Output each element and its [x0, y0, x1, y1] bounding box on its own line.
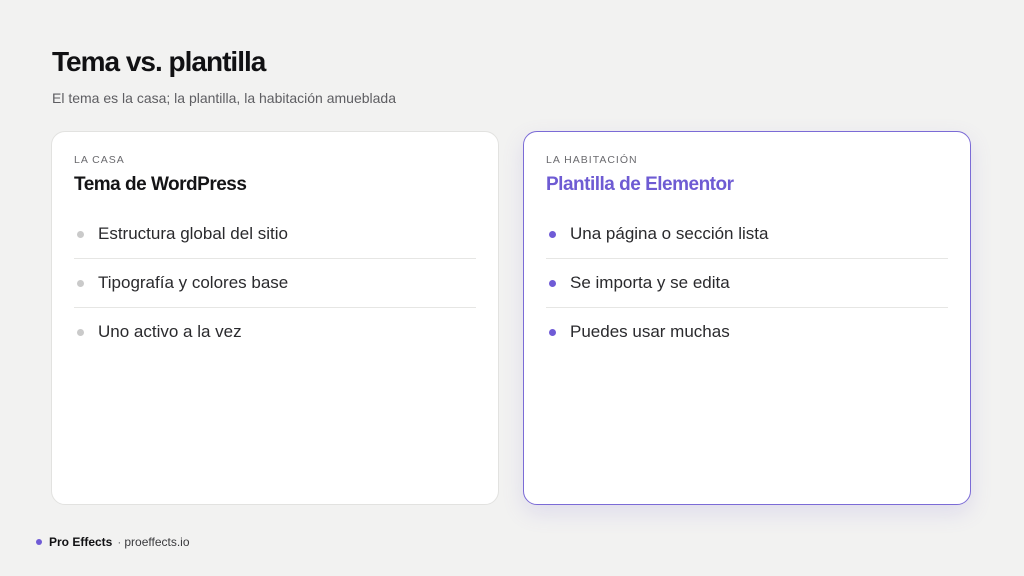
bullet-icon	[549, 230, 556, 238]
page-subtitle: El tema es la casa; la plantilla, la hab…	[52, 90, 396, 106]
bullet-icon	[549, 279, 556, 287]
footer-url: proeffects.io	[124, 535, 190, 549]
bullet-icon	[77, 328, 84, 336]
list-item: Se importa y se edita	[546, 259, 948, 308]
list-item-label: Una página o sección lista	[570, 224, 769, 243]
template-card: LA HABITACIÓN Plantilla de Elementor Una…	[523, 131, 971, 505]
list-item: Uno activo a la vez	[74, 308, 476, 356]
bullet-icon	[549, 328, 556, 336]
footer: Pro Effects · proeffects.io	[36, 535, 190, 549]
card-list: Estructura global del sitio Tipografía y…	[74, 210, 476, 356]
list-item-label: Estructura global del sitio	[98, 224, 288, 243]
card-title: Plantilla de Elementor	[546, 174, 734, 195]
card-eyebrow: LA CASA	[74, 154, 125, 166]
list-item: Tipografía y colores base	[74, 259, 476, 308]
list-item: Puedes usar muchas	[546, 308, 948, 356]
footer-separator: ·	[117, 535, 122, 549]
bullet-icon	[77, 230, 84, 238]
footer-brand: Pro Effects	[49, 535, 113, 549]
page-title: Tema vs. plantilla	[52, 46, 266, 77]
list-item-label: Puedes usar muchas	[570, 322, 730, 341]
bullet-icon	[77, 279, 84, 287]
card-title: Tema de WordPress	[74, 174, 247, 195]
card-eyebrow: LA HABITACIÓN	[546, 154, 638, 166]
list-item: Una página o sección lista	[546, 210, 948, 259]
card-list: Una página o sección lista Se importa y …	[546, 210, 948, 356]
list-item: Estructura global del sitio	[74, 210, 476, 259]
list-item-label: Se importa y se edita	[570, 273, 730, 292]
theme-card: LA CASA Tema de WordPress Estructura glo…	[51, 131, 499, 505]
brand-dot-icon	[36, 539, 42, 545]
list-item-label: Tipografía y colores base	[98, 273, 289, 292]
list-item-label: Uno activo a la vez	[98, 322, 242, 341]
